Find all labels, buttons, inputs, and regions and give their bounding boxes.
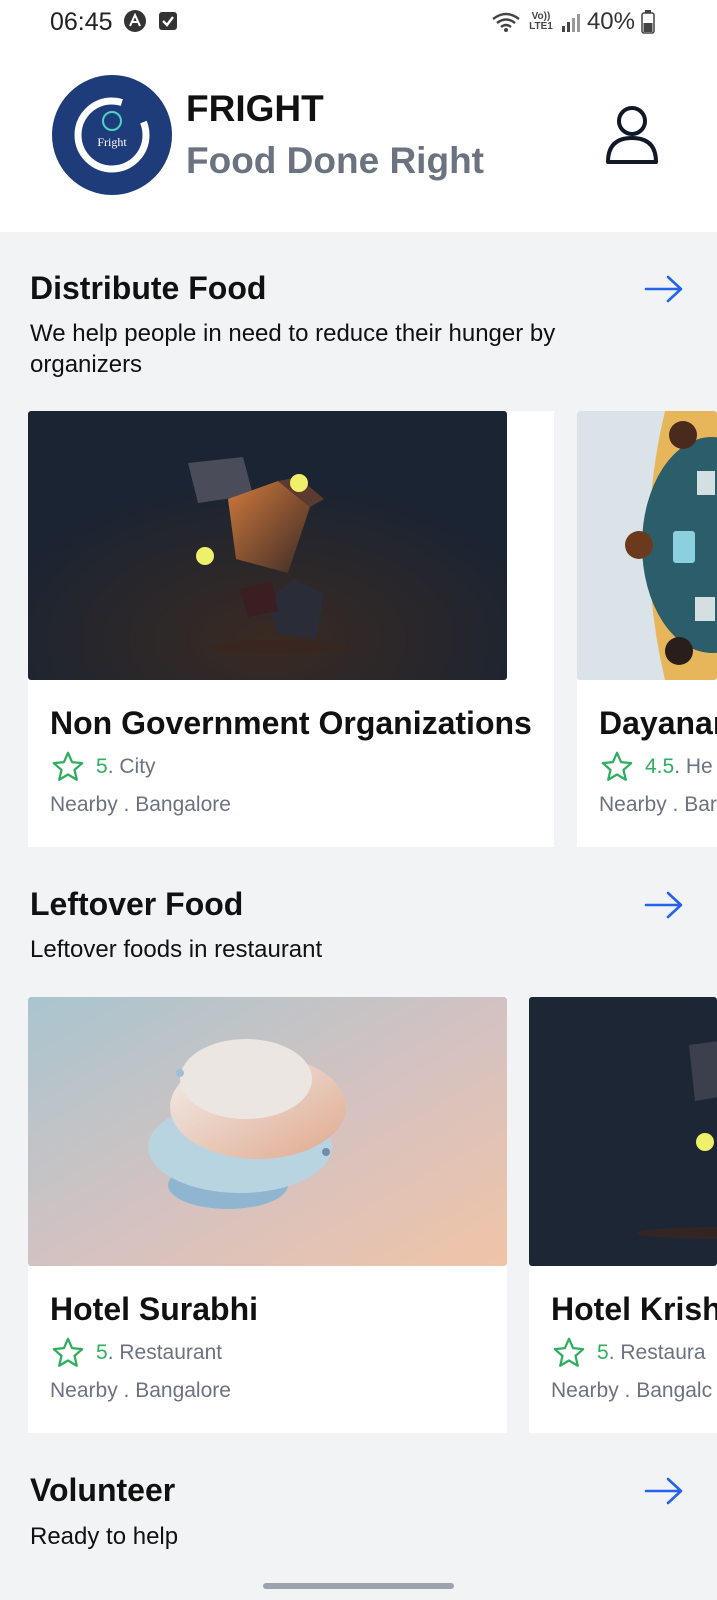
card-title: Hotel Surabhi [50, 1291, 259, 1327]
app-subtitle: Food Done Right [186, 140, 484, 181]
section-title-volunteer: Volunteer [30, 1472, 176, 1508]
card-location: Nearby . Bangalore [50, 793, 231, 816]
cubes-illustration [529, 997, 717, 1266]
rating-value: 5 [597, 1341, 609, 1364]
card-category: . City [107, 755, 156, 778]
card-ngo[interactable]: Non Government Organizations 5 . City Ne… [28, 411, 554, 847]
rating-value: 5 [96, 1341, 108, 1364]
cubes-illustration [28, 411, 507, 680]
rating-value: 5 [96, 755, 108, 778]
app-title: FRIGHT [186, 88, 324, 129]
leftover-food-arrow-icon[interactable] [644, 890, 684, 920]
card-hotel-surabhi[interactable]: Hotel Surabhi 5 . Restaurant Nearby . Ba… [28, 997, 507, 1433]
volunteer-arrow-icon[interactable] [644, 1476, 684, 1506]
profile-button[interactable] [602, 102, 662, 168]
rating-value: 4.5 [645, 755, 675, 778]
card-location: Nearby . Bar [599, 793, 717, 816]
card-title: Hotel Krish [551, 1291, 717, 1327]
status-time: 06:45 [50, 8, 113, 36]
star-icon [601, 751, 633, 781]
card-category: . He [674, 755, 713, 778]
card-image [577, 411, 717, 680]
star-icon [52, 751, 84, 781]
checkbox-notification-icon [159, 12, 177, 30]
star-icon [52, 1337, 84, 1367]
card-image [28, 411, 507, 680]
section-desc-distribute-food: We help people in need to reduce their h… [30, 320, 556, 378]
card-location: Nearby . Bangalc [551, 1379, 713, 1402]
star-icon [553, 1337, 585, 1367]
card-rating: 5 . Restaura [551, 1336, 706, 1370]
signal-icon [561, 14, 580, 32]
card-category: . Restaura [608, 1341, 706, 1364]
app-header: Fright FRIGHT Food Done Right [0, 46, 717, 232]
wifi-icon [492, 12, 520, 32]
section-desc-volunteer: Ready to help [30, 1523, 179, 1550]
card-dayanand[interactable]: Dayanar 4.5 . He Nearby . Bar [577, 411, 717, 847]
section-title-distribute-food: Distribute Food [30, 270, 267, 306]
discs-illustration [28, 997, 507, 1266]
card-title: Dayanar [599, 705, 717, 741]
card-hotel-krish[interactable]: Hotel Krish 5 . Restaura Nearby . Bangal… [529, 997, 717, 1433]
distribute-food-arrow-icon[interactable] [644, 274, 684, 304]
card-title: Non Government Organizations [50, 705, 532, 741]
card-location: Nearby . Bangalore [50, 1379, 231, 1402]
section-desc-leftover-food: Leftover foods in restaurant [30, 936, 323, 963]
card-category: . Restaurant [107, 1341, 223, 1364]
home-indicator[interactable] [263, 1583, 454, 1589]
status-bar: 06:45 Vo)) LTE1 40% [0, 0, 717, 46]
logo-ring-icon: Fright [74, 97, 150, 173]
card-rating: 5 . City [50, 750, 156, 784]
notification-app-icon [124, 10, 146, 32]
app-logo: Fright [52, 75, 172, 195]
user-icon [606, 106, 658, 164]
network-type-label: Vo)) LTE1 [529, 11, 553, 32]
meeting-illustration [577, 411, 717, 680]
battery-icon [641, 10, 655, 34]
card-rating: 4.5 . He [599, 750, 713, 784]
logo-text: Fright [97, 135, 127, 149]
battery-percent: 40% [586, 8, 635, 35]
status-right-group: Vo)) LTE1 40% [491, 8, 655, 36]
section-title-leftover-food: Leftover Food [30, 886, 244, 922]
card-rating: 5 . Restaurant [50, 1336, 222, 1370]
card-image [529, 997, 717, 1266]
card-image [28, 997, 507, 1266]
